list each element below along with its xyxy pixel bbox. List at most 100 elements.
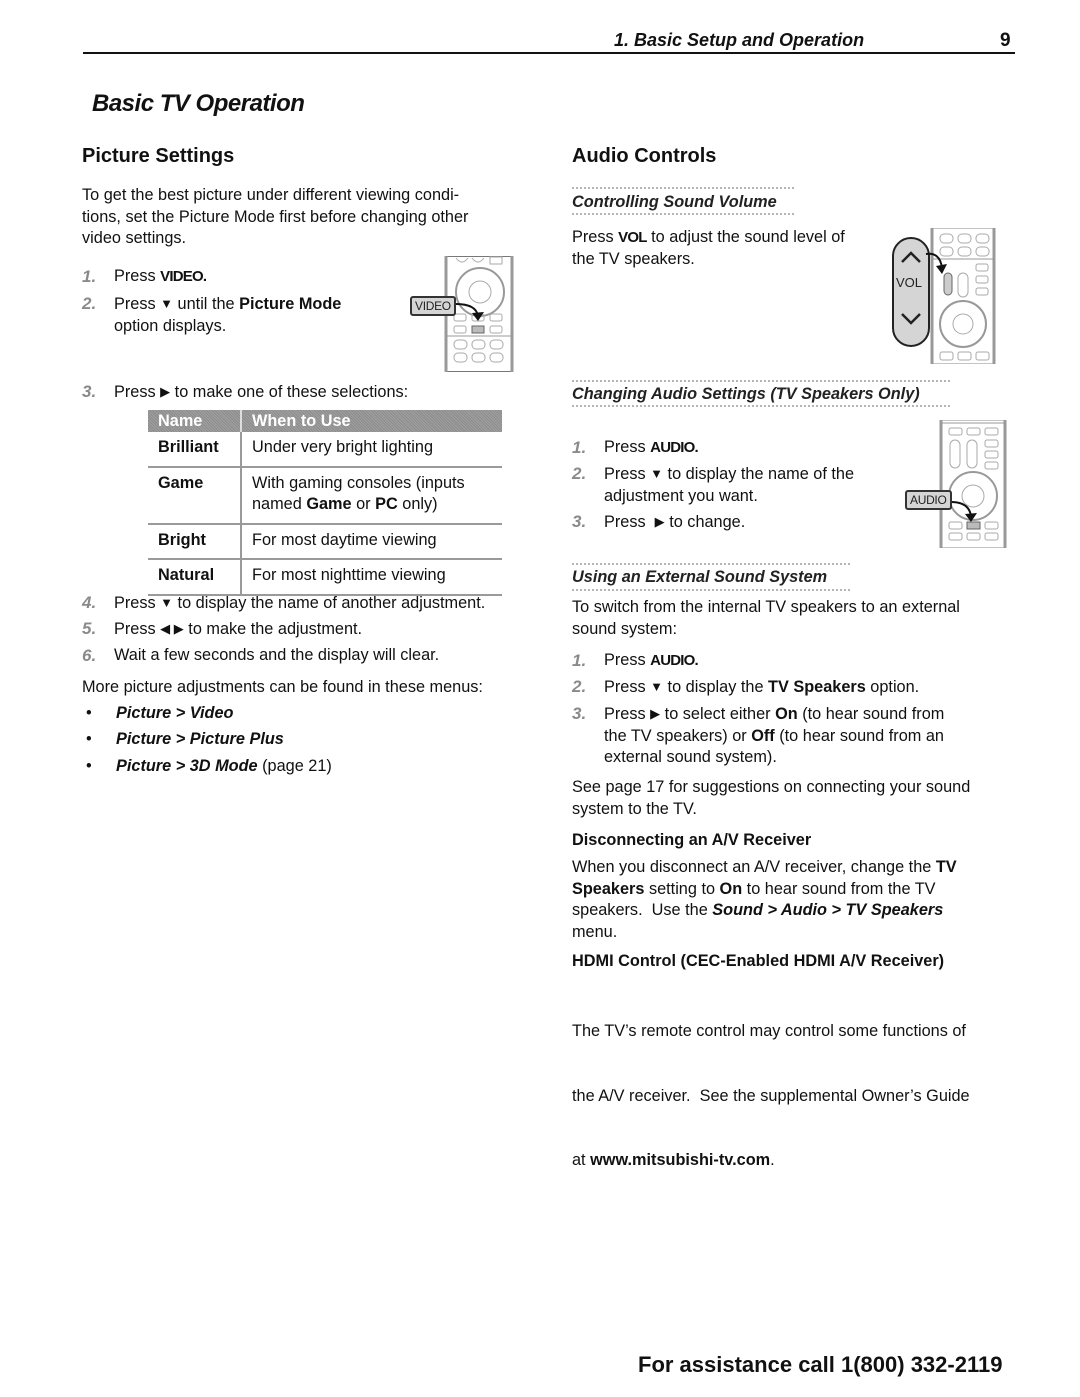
audio-controls-heading: Audio Controls [572,145,717,167]
right-arrow-icon: ▶ [160,384,171,399]
subheading-rule [572,380,950,382]
mode-name: Game [148,466,242,525]
step-text: option displays. [114,316,227,335]
mode-use: With gaming consoles (inputs named Game … [241,466,502,525]
audio-step-2: 2. Press ▼ to display the name of the adj… [572,463,892,507]
down-arrow-icon: ▼ [650,466,664,481]
mode-use-bold: PC [375,495,398,513]
mode-use-bold: Game [306,495,352,513]
hdmi-control-text: The TV’s remote control may control some… [572,978,1022,1193]
step-text: (to hear sound from [797,705,945,723]
table-row: Game With gaming consoles (inputs named … [148,466,502,525]
subheading-rule [572,405,950,407]
text: the TV speakers. [572,249,695,268]
running-header-chapter: 1. Basic Setup and Operation [614,30,865,50]
step-text: Press [114,295,161,313]
picture-mode-table: Name When to Use Brilliant Under very br… [148,410,502,596]
external-intro: To switch from the internal TV speakers … [572,597,1022,640]
step-number: 4. [82,593,97,612]
mode-use: For most daytime viewing [241,523,502,560]
hdmi-control-heading: HDMI Control (CEC-Enabled HDMI A/V Recei… [572,952,945,970]
left-right-arrows-icon: ◀ ▶ [160,621,184,636]
text: Press [572,228,619,246]
menu-path: Picture > Video [116,704,234,722]
step-text: to select either [660,705,776,723]
step-text: Press [114,383,161,401]
external-sound-system-heading: Using an External Sound System [572,568,828,586]
mode-name: Natural [148,559,242,596]
audio-key: AUDIO. [650,439,698,456]
disconnecting-receiver-heading: Disconnecting an A/V Receiver [572,831,812,849]
step-text: Press [604,705,651,723]
intro-line: video settings. [82,229,187,247]
step-text: to make the adjustment. [183,620,363,638]
remote-audio-illustration: AUDIO [905,420,1010,548]
picture-settings-intro: To get the best picture under different … [82,185,532,250]
right-arrow-icon: ▶ [650,706,661,721]
step-number: 2. [82,294,97,313]
table-row: Brilliant Under very bright lighting [148,432,502,468]
see-page-text: See page 17 for suggestions on connectin… [572,777,1022,820]
step-text: (to hear sound from an [774,726,944,745]
step-text: until the [173,295,240,313]
video-callout: VIDEO [410,296,456,316]
down-arrow-icon: ▼ [160,296,174,311]
step-number: 3. [572,512,587,531]
header-rule [83,52,1015,54]
step-text: Press [114,267,161,285]
text-bold: Speakers [572,879,645,898]
text: system to the TV. [572,799,697,818]
column-header-name: Name [148,410,242,432]
mode-use-text: only) [397,495,438,513]
step-number: 2. [572,464,587,483]
step-text: to change. [664,513,746,531]
down-arrow-icon: ▼ [650,679,664,694]
step-text: the TV speakers) or [604,726,752,745]
subheading-rule [572,213,794,215]
remote-vol-illustration: VOL [880,228,1000,364]
step-text: Press [604,678,651,696]
step-text: to display the name of another adjustmen… [173,594,486,612]
table-row: Natural For most nighttime viewing [148,559,502,596]
text: to adjust the sound level of [646,228,845,246]
step-text: Press [604,513,655,531]
intro-line: To get the best picture under different … [82,186,460,204]
page-number: 9 [1000,30,1011,51]
text: menu. [572,922,618,941]
step-number: 3. [572,704,587,723]
bullet-icon: • [86,704,92,722]
mode-name: Bright [148,523,242,560]
text: to hear sound from the TV [742,879,936,898]
more-adjustments-text: More picture adjustments can be found in… [82,678,483,696]
column-header-when-to-use: When to Use [241,410,502,432]
step-text: Press [604,465,651,483]
table-header-row: Name When to Use [148,410,502,432]
step-number: 6. [82,646,97,665]
audio-callout: AUDIO [905,490,952,510]
website-link[interactable]: www.mitsubishi-tv.com [590,1151,770,1169]
menu-path: Picture > 3D Mode [116,757,258,775]
step-text: external sound system). [604,748,777,766]
mode-use-text: or [351,495,376,513]
mode-use: Under very bright lighting [241,432,502,468]
remote-video-illustration: VIDEO [408,256,518,372]
intro-line: tions, set the Picture Mode first before… [82,207,469,226]
step-number: 1. [82,267,97,286]
subheading-rule [572,589,850,591]
step-text: adjustment you want. [604,486,758,505]
mode-name: Brilliant [148,432,242,468]
text: When you disconnect an A/V receiver, cha… [572,858,936,876]
text: The TV’s remote control may control some… [572,1022,966,1040]
step-text: Press [604,651,651,669]
tv-speakers-label: TV Speakers [768,678,866,696]
page-title: Basic TV Operation [92,90,305,117]
on-label: On [775,705,798,723]
step-text: Press [604,438,651,456]
text: See page 17 for suggestions on connectin… [572,778,971,796]
text: setting to [644,879,720,898]
text: speakers. Use the [572,901,713,919]
vol-callout: VOL [896,275,923,290]
step-text: Wait a few seconds and the display will … [114,646,440,664]
mode-use: For most nighttime viewing [241,559,502,596]
subheading-rule [572,563,850,565]
